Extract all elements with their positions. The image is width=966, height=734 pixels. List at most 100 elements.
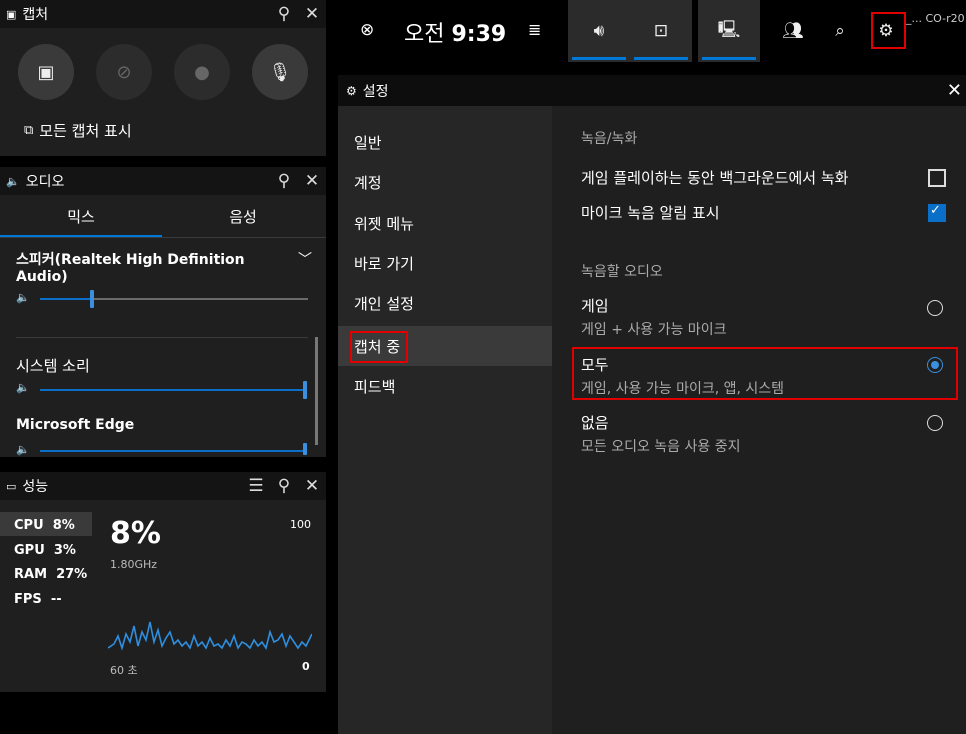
game-bar: ⊗ 오전 9:39 ≣ 🔊︎ ⊡ 🖳 👥︎ ⌕ ⚙ _... CO-r20 bbox=[340, 0, 966, 64]
nav-label: 위젯 메뉴 bbox=[354, 214, 414, 233]
active-indicator bbox=[572, 57, 626, 60]
close-icon[interactable]: ✕ bbox=[298, 4, 326, 24]
option-title: 게임 bbox=[581, 297, 609, 315]
performance-widget-header[interactable]: ▭ 성능 ☰ ⚲ ✕ bbox=[0, 472, 326, 500]
gallery-icon: ⧉ bbox=[24, 123, 34, 138]
options-icon[interactable]: ☰ bbox=[242, 476, 270, 496]
stat-fps[interactable]: FPS -- bbox=[14, 588, 87, 613]
section-audio: 녹음할 오디오 bbox=[581, 264, 663, 280]
scrollbar[interactable] bbox=[315, 337, 318, 445]
audio-widget-button[interactable]: 🔊︎ bbox=[568, 0, 630, 62]
nav-shortcuts[interactable]: 바로 가기 bbox=[338, 243, 552, 283]
capture-widget-title: 캡처 bbox=[22, 7, 49, 23]
cpu-frequency: 1.80GHz bbox=[110, 558, 158, 571]
nav-label: 바로 가기 bbox=[354, 254, 414, 273]
nav-feedback[interactable]: 피드백 bbox=[338, 366, 552, 406]
option-title: 없음 bbox=[581, 414, 609, 432]
stat-cpu[interactable]: CPU 8% bbox=[14, 514, 87, 539]
system-sounds-volume-thumb[interactable] bbox=[303, 381, 307, 399]
option-game[interactable]: 게임 게임 + 사용 가능 마이크 bbox=[581, 295, 951, 339]
stat-gpu[interactable]: GPU 3% bbox=[14, 539, 87, 564]
show-all-captures-label: 모든 캡처 표시 bbox=[39, 122, 132, 140]
bg-record-label: 게임 플레이하는 동안 백그라운드에서 녹화 bbox=[581, 169, 849, 187]
stat-value: -- bbox=[50, 591, 62, 607]
screenshot-button[interactable]: ▣ bbox=[18, 44, 74, 100]
app-name-edge: Microsoft Edge bbox=[16, 417, 135, 433]
close-icon[interactable]: ✕ bbox=[947, 80, 962, 101]
tab-divider bbox=[0, 237, 326, 238]
device-volume-fill bbox=[40, 298, 92, 300]
tab-voice[interactable]: 음성 bbox=[162, 195, 324, 237]
option-subtitle: 모든 오디오 녹음 사용 중지 bbox=[581, 439, 741, 455]
mic-notify-label: 마이크 녹음 알림 표시 bbox=[581, 204, 720, 222]
mouse-settings-button[interactable]: ⌕ bbox=[820, 0, 860, 62]
speaker-icon: 🔈 bbox=[16, 291, 30, 304]
nav-label: 개인 설정 bbox=[354, 294, 414, 313]
settings-nav: 일반 계정 위젯 메뉴 바로 가기 개인 설정 캡처 중 피드백 bbox=[338, 106, 552, 734]
speaker-icon: 🔊︎ bbox=[593, 21, 605, 41]
close-icon[interactable]: ✕ bbox=[298, 171, 326, 191]
pin-icon[interactable]: ⚲ bbox=[270, 476, 298, 496]
active-indicator bbox=[634, 57, 688, 60]
nav-label: 계정 bbox=[354, 173, 382, 192]
pin-icon[interactable]: ⚲ bbox=[270, 4, 298, 24]
mic-notify-checkbox[interactable]: ✓ bbox=[928, 203, 946, 222]
audio-widget: 🔈 오디오 ⚲ ✕ 믹스 음성 스피커(Realtek High Definiti… bbox=[0, 167, 326, 457]
close-icon[interactable]: ✕ bbox=[298, 476, 326, 496]
nav-label: 피드백 bbox=[354, 377, 396, 396]
checkmark-icon: ✓ bbox=[930, 203, 941, 218]
capture-widget-header[interactable]: ▣ 캡처 ⚲ ✕ bbox=[0, 0, 326, 28]
menu-icon[interactable]: ≣ bbox=[528, 20, 541, 39]
performance-widget-title: 성능 bbox=[22, 479, 49, 495]
audio-widget-title: 오디오 bbox=[25, 174, 65, 190]
edge-volume-fill bbox=[40, 450, 306, 452]
graph-min-label: 0 bbox=[302, 660, 310, 673]
performance-widget-button[interactable]: 🖳 bbox=[698, 0, 760, 62]
nav-personalization[interactable]: 개인 설정 bbox=[338, 283, 552, 323]
app-name-system-sounds: 시스템 소리 bbox=[16, 357, 90, 375]
option-none[interactable]: 없음 모든 오디오 녹음 사용 중지 bbox=[581, 412, 951, 456]
settings-button-highlight bbox=[871, 12, 906, 49]
stat-label: CPU bbox=[14, 518, 44, 533]
output-device-name: 스피커(Realtek High Definition Audio) bbox=[16, 252, 245, 285]
social-widget-button[interactable]: 👥︎ bbox=[762, 0, 824, 62]
xbox-icon[interactable]: ⊗ bbox=[360, 20, 374, 40]
account-label[interactable]: _... CO-r20 bbox=[906, 12, 965, 25]
tab-voice-label: 음성 bbox=[229, 207, 257, 226]
speaker-icon: 🔈 bbox=[6, 174, 20, 188]
capture-icon: ⊡ bbox=[653, 21, 669, 41]
capture-widget: ▣ 캡처 ⚲ ✕ ▣ ⊘ ● 🎙 ⧉ 모든 캡처 표시 bbox=[0, 0, 326, 156]
option-game-radio[interactable] bbox=[927, 300, 943, 316]
settings-header[interactable]: ⚙ 설정 ✕ bbox=[338, 75, 966, 106]
stat-label: RAM bbox=[14, 567, 48, 582]
nav-general[interactable]: 일반 bbox=[338, 122, 552, 162]
tab-mix-label: 믹스 bbox=[67, 207, 95, 226]
tab-mix[interactable]: 믹스 bbox=[0, 195, 162, 237]
option-subtitle: 게임 + 사용 가능 마이크 bbox=[581, 322, 727, 338]
mouse-icon: ⌕ bbox=[835, 21, 845, 41]
bg-record-checkbox[interactable] bbox=[928, 169, 946, 187]
show-all-captures-link[interactable]: ⧉ 모든 캡처 표시 bbox=[24, 120, 132, 141]
output-device-select[interactable]: 스피커(Realtek High Definition Audio) ﹀ bbox=[16, 249, 312, 285]
settings-window: ⚙ 설정 ✕ 일반 계정 위젯 메뉴 바로 가기 개인 설정 캡처 중 피드백 … bbox=[338, 75, 966, 734]
system-sounds-volume-fill bbox=[40, 389, 306, 391]
nav-account[interactable]: 계정 bbox=[338, 162, 552, 202]
speaker-icon: 🔈 bbox=[16, 443, 30, 456]
graph-max-label: 100 bbox=[290, 518, 311, 531]
camera-icon: ▣ bbox=[37, 61, 55, 83]
mic-toggle-button[interactable]: 🎙 bbox=[252, 44, 308, 100]
record-last-button[interactable]: ⊘ bbox=[96, 44, 152, 100]
stat-ram[interactable]: RAM 27% bbox=[14, 563, 87, 588]
active-indicator bbox=[702, 57, 756, 60]
record-last-icon: ⊘ bbox=[116, 61, 132, 83]
monitor-icon: 🖳 bbox=[717, 19, 741, 40]
pin-icon[interactable]: ⚲ bbox=[270, 171, 298, 191]
device-volume-thumb[interactable] bbox=[90, 290, 94, 308]
graph-time-label: 60 초 bbox=[110, 664, 138, 677]
edge-volume-thumb[interactable] bbox=[303, 443, 307, 455]
nav-widget-menu[interactable]: 위젯 메뉴 bbox=[338, 203, 552, 243]
start-recording-button[interactable]: ● bbox=[174, 44, 230, 100]
audio-widget-header[interactable]: 🔈 오디오 ⚲ ✕ bbox=[0, 167, 326, 195]
capture-widget-button[interactable]: ⊡ bbox=[630, 0, 692, 62]
option-none-radio[interactable] bbox=[927, 415, 943, 431]
